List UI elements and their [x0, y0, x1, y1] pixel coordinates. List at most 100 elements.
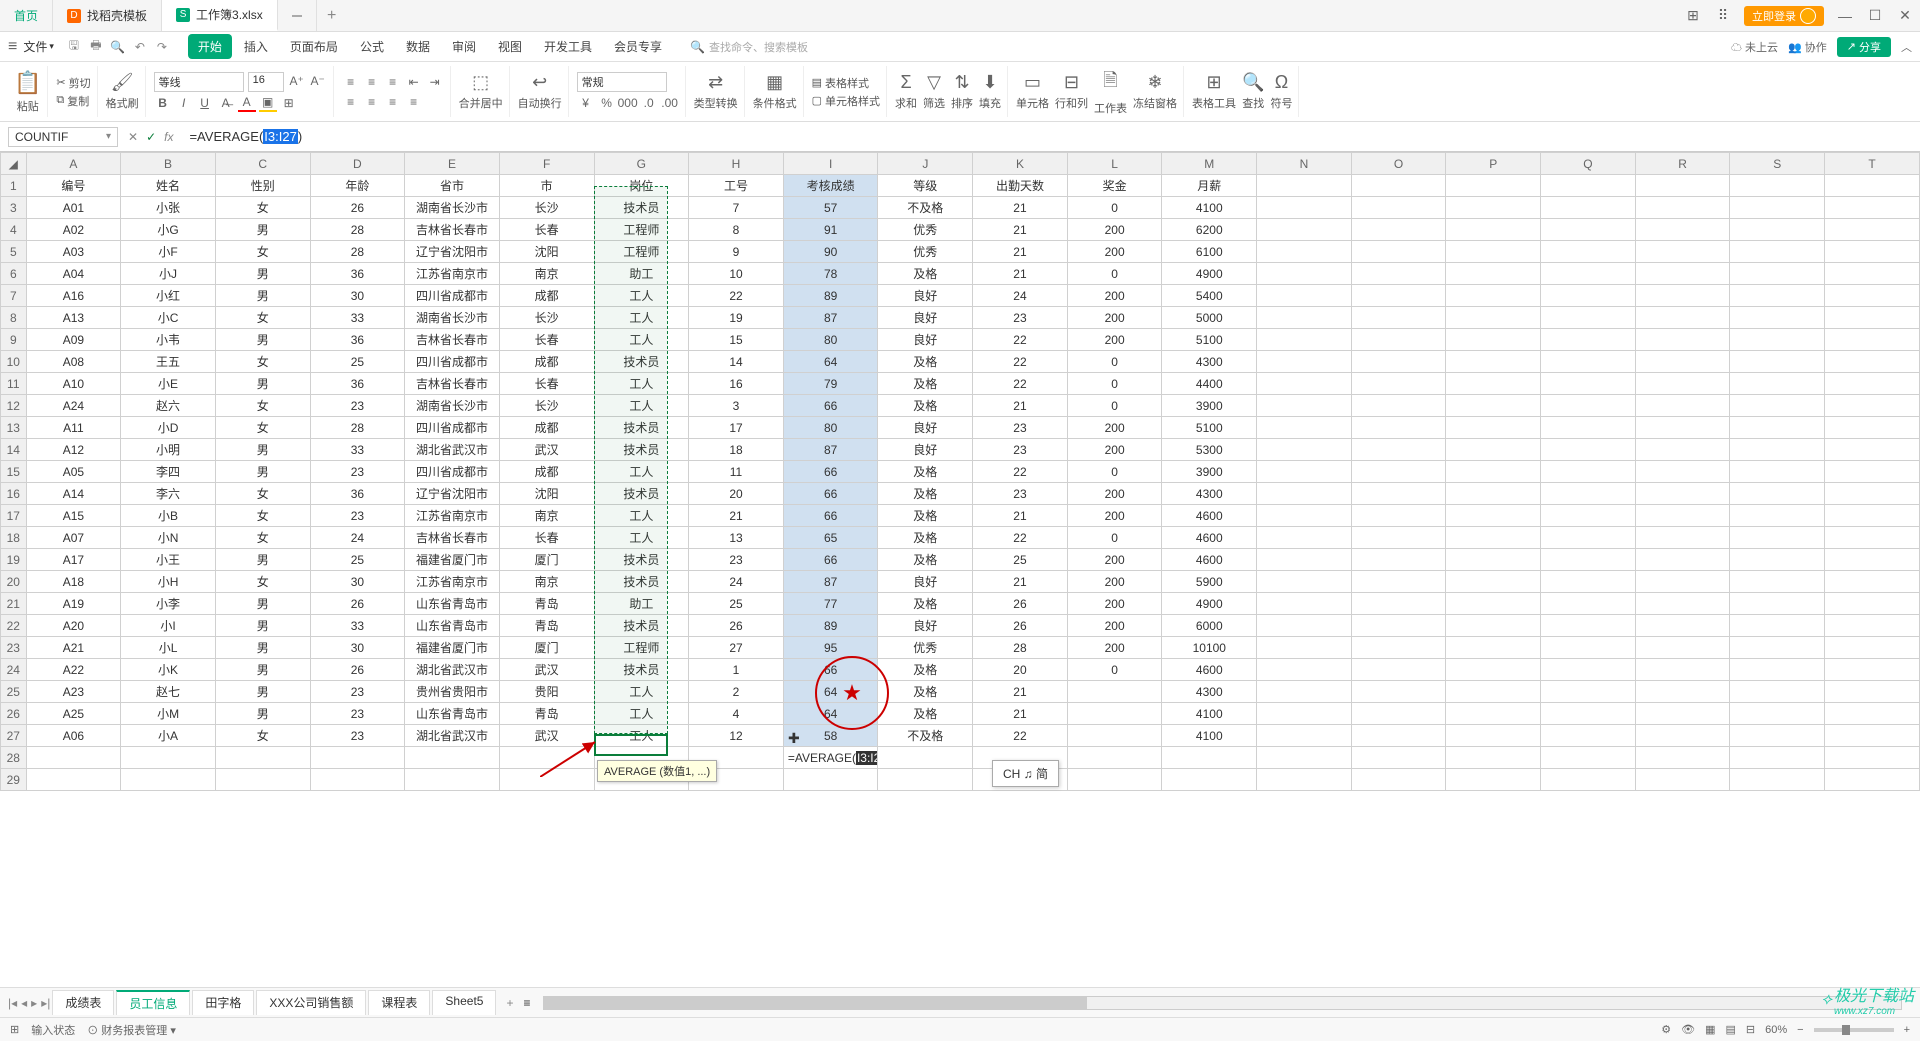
col-header[interactable]: O	[1351, 153, 1446, 175]
data-cell[interactable]: 小李	[121, 593, 216, 615]
ribbon-tab-6[interactable]: 视图	[488, 34, 532, 59]
menu-icon[interactable]: ≡	[8, 38, 17, 56]
data-cell[interactable]: 良好	[878, 307, 973, 329]
data-cell[interactable]: 王五	[121, 351, 216, 373]
col-header[interactable]: M	[1162, 153, 1257, 175]
file-menu[interactable]: 文件▾	[23, 38, 54, 55]
data-cell[interactable]: 26	[310, 593, 405, 615]
type-convert-button[interactable]: ⇄类型转换	[694, 72, 738, 111]
data-cell[interactable]: 良好	[878, 439, 973, 461]
data-cell[interactable]: 优秀	[878, 637, 973, 659]
cog-icon[interactable]: ⚙	[1661, 1023, 1671, 1036]
formula-input[interactable]: =AVERAGE(I3:I27)	[183, 127, 1912, 146]
col-header[interactable]: B	[121, 153, 216, 175]
data-cell[interactable]: 长春	[499, 329, 594, 351]
ribbon-tab-8[interactable]: 会员专享	[604, 34, 672, 59]
ribbon-tab-4[interactable]: 数据	[396, 34, 440, 59]
data-cell[interactable]: 26	[310, 197, 405, 219]
data-cell[interactable]: A23	[26, 681, 121, 703]
data-cell[interactable]: A10	[26, 373, 121, 395]
data-cell[interactable]: 女	[215, 241, 310, 263]
col-header[interactable]: G	[594, 153, 689, 175]
data-cell[interactable]: 79	[783, 373, 878, 395]
view-page-icon[interactable]: ▤	[1725, 1023, 1735, 1036]
data-cell[interactable]: 福建省厦门市	[405, 637, 500, 659]
col-header[interactable]: R	[1635, 153, 1730, 175]
data-cell[interactable]: 沈阳	[499, 241, 594, 263]
data-cell[interactable]: 男	[215, 439, 310, 461]
header-cell[interactable]: 工号	[689, 175, 784, 197]
data-cell[interactable]: 25	[310, 351, 405, 373]
data-cell[interactable]: A15	[26, 505, 121, 527]
data-cell[interactable]: 4900	[1162, 263, 1257, 285]
data-cell[interactable]: 不及格	[878, 725, 973, 747]
data-cell[interactable]: A20	[26, 615, 121, 637]
data-cell[interactable]: 24	[973, 285, 1068, 307]
data-cell[interactable]: 小K	[121, 659, 216, 681]
data-cell[interactable]: 良好	[878, 285, 973, 307]
data-cell[interactable]: 66	[783, 505, 878, 527]
zoom-out-icon[interactable]: −	[1797, 1024, 1803, 1036]
data-cell[interactable]: 57	[783, 197, 878, 219]
data-cell[interactable]: 17	[689, 417, 784, 439]
ribbon-tab-1[interactable]: 插入	[234, 34, 278, 59]
data-cell[interactable]: 工人	[594, 461, 689, 483]
data-cell[interactable]: 23	[973, 307, 1068, 329]
name-box[interactable]: COUNTIF▾	[8, 127, 118, 147]
data-cell[interactable]: 19	[689, 307, 784, 329]
ribbon-tab-3[interactable]: 公式	[350, 34, 394, 59]
data-cell[interactable]: 6200	[1162, 219, 1257, 241]
paste-button[interactable]: 📋粘贴	[14, 70, 41, 114]
decrease-font-icon[interactable]: A⁻	[309, 72, 327, 90]
fill-button[interactable]: ⬇填充	[979, 72, 1001, 111]
data-cell[interactable]: 23	[689, 549, 784, 571]
data-cell[interactable]: A14	[26, 483, 121, 505]
share-button[interactable]: ↗分享	[1837, 37, 1891, 57]
data-cell[interactable]: 小C	[121, 307, 216, 329]
data-cell[interactable]: 女	[215, 417, 310, 439]
data-cell[interactable]: A04	[26, 263, 121, 285]
data-cell[interactable]: 66	[783, 483, 878, 505]
data-cell[interactable]: 90	[783, 241, 878, 263]
data-cell[interactable]: 10100	[1162, 637, 1257, 659]
tab-workbook[interactable]: S工作簿3.xlsx	[162, 0, 278, 31]
minimize-button[interactable]: —	[1830, 0, 1860, 32]
header-cell[interactable]: 性别	[215, 175, 310, 197]
data-cell[interactable]: 21	[973, 703, 1068, 725]
data-cell[interactable]: 湖南省长沙市	[405, 395, 500, 417]
data-cell[interactable]: 23	[973, 483, 1068, 505]
tab-home[interactable]: 首页	[0, 0, 53, 31]
data-cell[interactable]: 工人	[594, 307, 689, 329]
save-icon[interactable]: 🖫	[66, 39, 82, 55]
data-cell[interactable]: 四川省成都市	[405, 417, 500, 439]
confirm-icon[interactable]: ✓	[146, 130, 156, 144]
data-cell[interactable]: 22	[689, 285, 784, 307]
col-header[interactable]: J	[878, 153, 973, 175]
data-cell[interactable]: 及格	[878, 593, 973, 615]
data-cell[interactable]: 及格	[878, 527, 973, 549]
data-cell[interactable]: 0	[1067, 197, 1162, 219]
data-cell[interactable]: 24	[310, 527, 405, 549]
indent-inc-icon[interactable]: ⇥	[426, 73, 444, 91]
percent-icon[interactable]: %	[598, 94, 616, 112]
data-cell[interactable]: 武汉	[499, 659, 594, 681]
number-format-select[interactable]: 常规	[577, 72, 667, 92]
data-cell[interactable]: 江苏省南京市	[405, 505, 500, 527]
data-cell[interactable]: 及格	[878, 395, 973, 417]
close-button[interactable]: ✕	[1890, 0, 1920, 32]
data-cell[interactable]: 200	[1067, 219, 1162, 241]
font-size-select[interactable]: 16	[248, 72, 284, 92]
data-cell[interactable]: 6100	[1162, 241, 1257, 263]
data-cell[interactable]: 助工	[594, 263, 689, 285]
data-cell[interactable]: 南京	[499, 571, 594, 593]
data-cell[interactable]: 小N	[121, 527, 216, 549]
data-cell[interactable]: 技术员	[594, 417, 689, 439]
data-cell[interactable]: 及格	[878, 263, 973, 285]
data-cell[interactable]: 男	[215, 285, 310, 307]
data-cell[interactable]	[1067, 725, 1162, 747]
data-cell[interactable]: 工人	[594, 395, 689, 417]
data-cell[interactable]: 80	[783, 417, 878, 439]
data-cell[interactable]: 23	[310, 461, 405, 483]
data-cell[interactable]: 200	[1067, 571, 1162, 593]
sheet-list-icon[interactable]: ≡	[523, 996, 530, 1010]
